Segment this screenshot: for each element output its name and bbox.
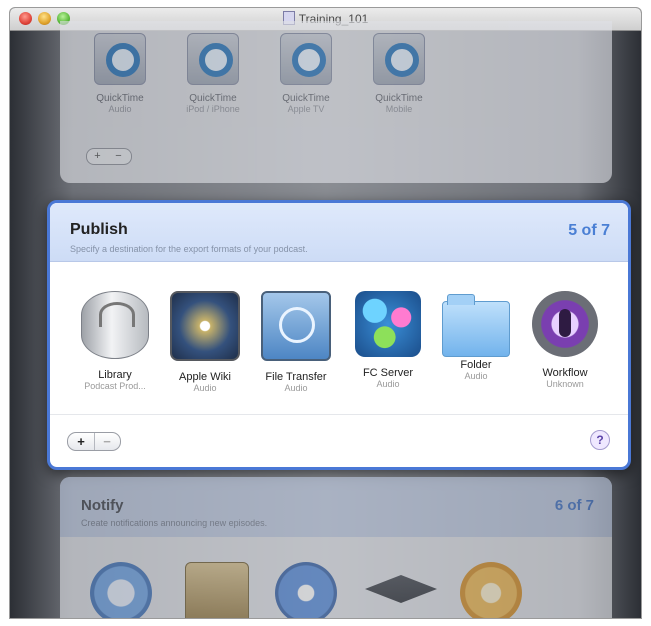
convert-card: QuickTime Audio QuickTime iPod / iPhone … [60, 21, 612, 183]
add-target-button[interactable]: + [68, 433, 95, 450]
quicktime-icon [187, 33, 239, 85]
item-sub: Audio [108, 104, 132, 114]
ichat-icon[interactable] [275, 562, 337, 618]
folder-icon [442, 294, 510, 357]
target-sub: Podcast Prod... [84, 381, 146, 391]
notify-title: Notify [81, 497, 124, 514]
target-label: Library [98, 369, 132, 381]
library-icon [81, 291, 149, 359]
itunes-icon[interactable] [90, 562, 152, 618]
target-sub: Unknown [546, 379, 584, 389]
apple-wiki-icon [170, 291, 240, 361]
target-label: Workflow [542, 367, 588, 379]
top-add-remove: + − [86, 148, 132, 165]
workflow-stage: QuickTime Audio QuickTime iPod / iPhone … [10, 21, 641, 618]
help-button[interactable]: ? [590, 430, 610, 450]
publish-footer: + − ? [50, 414, 628, 467]
publish-card: Publish Specify a destination for the ex… [47, 200, 631, 470]
target-fc-server[interactable]: FC Server Audio [345, 291, 431, 389]
publish-targets: Library Podcast Prod... Apple Wiki Audio… [50, 291, 628, 401]
itunes-u-icon[interactable] [365, 575, 437, 603]
target-file-transfer[interactable]: File Transfer Audio [253, 291, 339, 393]
target-workflow[interactable]: Workflow Unknown [522, 291, 608, 389]
notify-step-count: 6 of 7 [554, 497, 594, 514]
mail-stamp-icon[interactable] [185, 562, 249, 618]
quicktime-mobile-item[interactable]: QuickTime Mobile [359, 33, 439, 114]
target-sub: Audio [284, 383, 308, 393]
top-add-button[interactable]: + [87, 149, 108, 163]
item-label: QuickTime [282, 93, 330, 104]
file-transfer-icon [261, 291, 331, 361]
target-sub: Audio [464, 371, 488, 381]
app-window: Training_101 QuickTime Audio QuickTime i… [10, 8, 641, 618]
quicktime-audio-item[interactable]: QuickTime Audio [80, 33, 160, 114]
target-sub: Audio [376, 379, 400, 389]
item-sub: Apple TV [287, 104, 325, 114]
quicktime-appletv-item[interactable]: QuickTime Apple TV [266, 33, 346, 114]
podcast-icon[interactable] [460, 562, 522, 618]
quicktime-ipod-item[interactable]: QuickTime iPod / iPhone [173, 33, 253, 114]
add-remove-segment: + − [67, 432, 121, 451]
item-label: QuickTime [96, 93, 144, 104]
notify-header: Notify Create notifications announcing n… [60, 477, 612, 537]
quicktime-icon [373, 33, 425, 85]
target-label: Apple Wiki [179, 371, 231, 383]
quicktime-icon [280, 33, 332, 85]
notify-subtitle: Create notifications announcing new epis… [81, 518, 268, 528]
item-label: QuickTime [189, 93, 237, 104]
target-label: Folder [460, 359, 492, 371]
quicktime-icon [94, 33, 146, 85]
target-label: FC Server [362, 367, 414, 379]
publish-title: Publish [70, 221, 128, 238]
target-library[interactable]: Library Podcast Prod... [72, 291, 158, 391]
workflow-gear-icon [532, 291, 598, 357]
publish-header: Publish Specify a destination for the ex… [50, 203, 628, 262]
target-folder[interactable]: Folder Audio [433, 291, 519, 381]
top-remove-button[interactable]: − [108, 149, 129, 163]
target-sub: Audio [193, 383, 217, 393]
publish-step-count: 5 of 7 [568, 222, 610, 239]
final-cut-server-icon [355, 291, 421, 357]
item-label: QuickTime [375, 93, 423, 104]
target-apple-wiki[interactable]: Apple Wiki Audio [162, 291, 248, 393]
target-label: File Transfer [265, 371, 327, 383]
publish-subtitle: Specify a destination for the export for… [70, 244, 308, 254]
item-sub: iPod / iPhone [186, 104, 240, 114]
remove-target-button[interactable]: − [94, 433, 120, 450]
notify-card: Notify Create notifications announcing n… [60, 477, 612, 618]
item-sub: Mobile [385, 104, 413, 114]
